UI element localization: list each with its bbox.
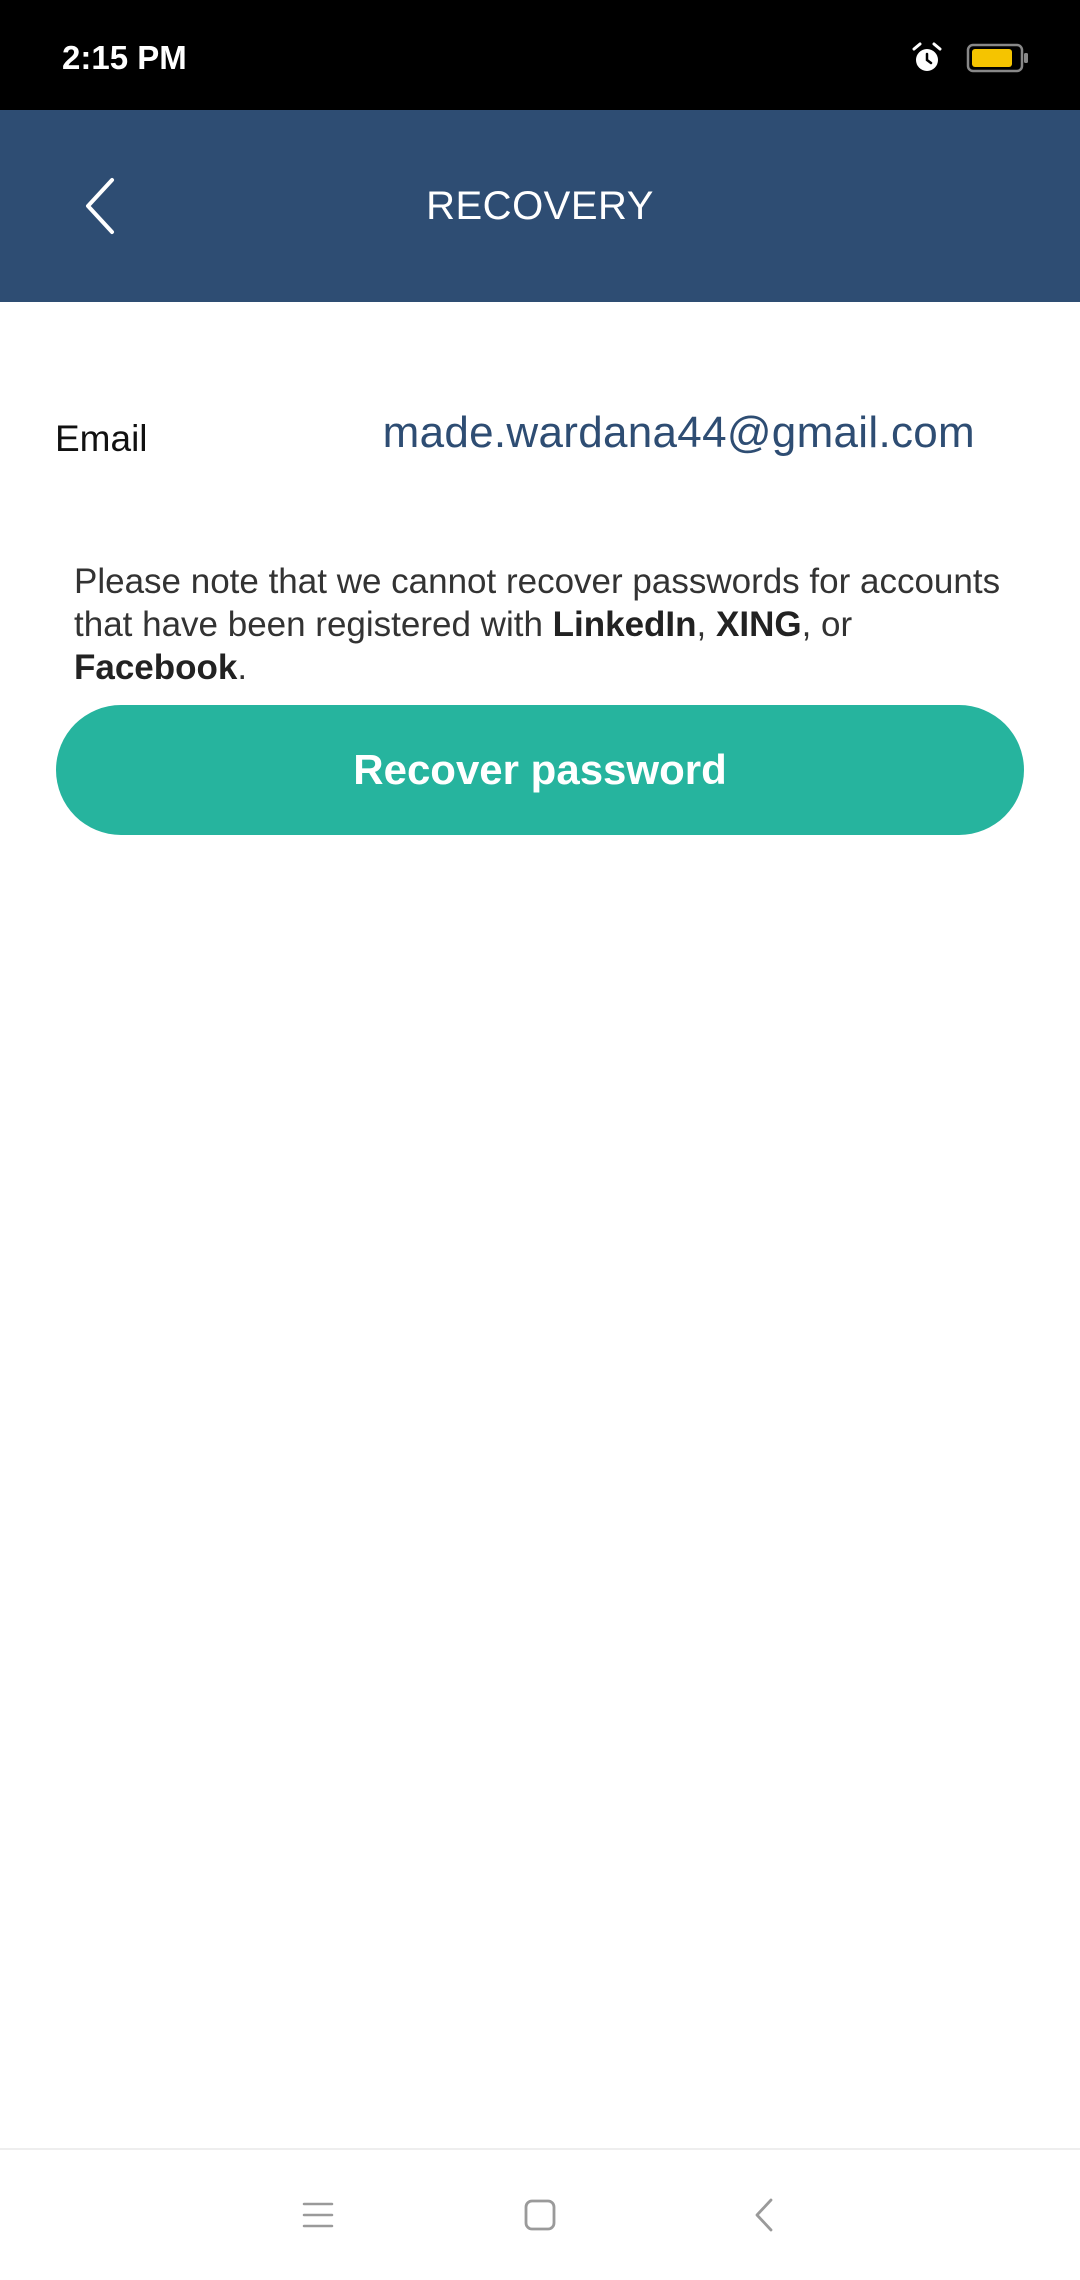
recent-apps-button[interactable] <box>283 2180 353 2250</box>
provider-xing: XING <box>716 605 802 644</box>
recovery-notice: Please note that we cannot recover passw… <box>74 560 1024 689</box>
app-header: RECOVERY <box>0 110 1080 302</box>
home-button[interactable] <box>505 2180 575 2250</box>
email-label: Email <box>55 418 148 459</box>
status-bar: 2:15 PM <box>0 0 1080 110</box>
status-time: 2:15 PM <box>62 39 187 76</box>
notice-separator: , <box>696 605 716 644</box>
notice-text: Please note that we cannot recover passw… <box>74 562 1001 644</box>
home-square-icon <box>524 2199 556 2231</box>
back-chevron-icon <box>755 2198 773 2232</box>
battery-icon <box>966 43 1028 73</box>
status-icons <box>910 38 1030 78</box>
notice-end: . <box>237 648 248 687</box>
system-back-button[interactable] <box>730 2180 800 2250</box>
alarm-icon <box>912 42 942 71</box>
recover-password-label: Recover password <box>353 746 727 793</box>
provider-facebook: Facebook <box>74 648 238 687</box>
recover-password-button[interactable]: Recover password <box>56 705 1024 835</box>
provider-linkedin: LinkedIn <box>552 605 697 644</box>
page-title: RECOVERY <box>426 184 654 228</box>
email-row: Email made.wardana44@gmail.com <box>0 390 1080 490</box>
menu-icon <box>302 2202 334 2228</box>
system-nav-bar <box>0 2150 1080 2280</box>
notice-separator: , or <box>801 605 853 644</box>
email-field[interactable]: made.wardana44@gmail.com <box>383 408 975 458</box>
